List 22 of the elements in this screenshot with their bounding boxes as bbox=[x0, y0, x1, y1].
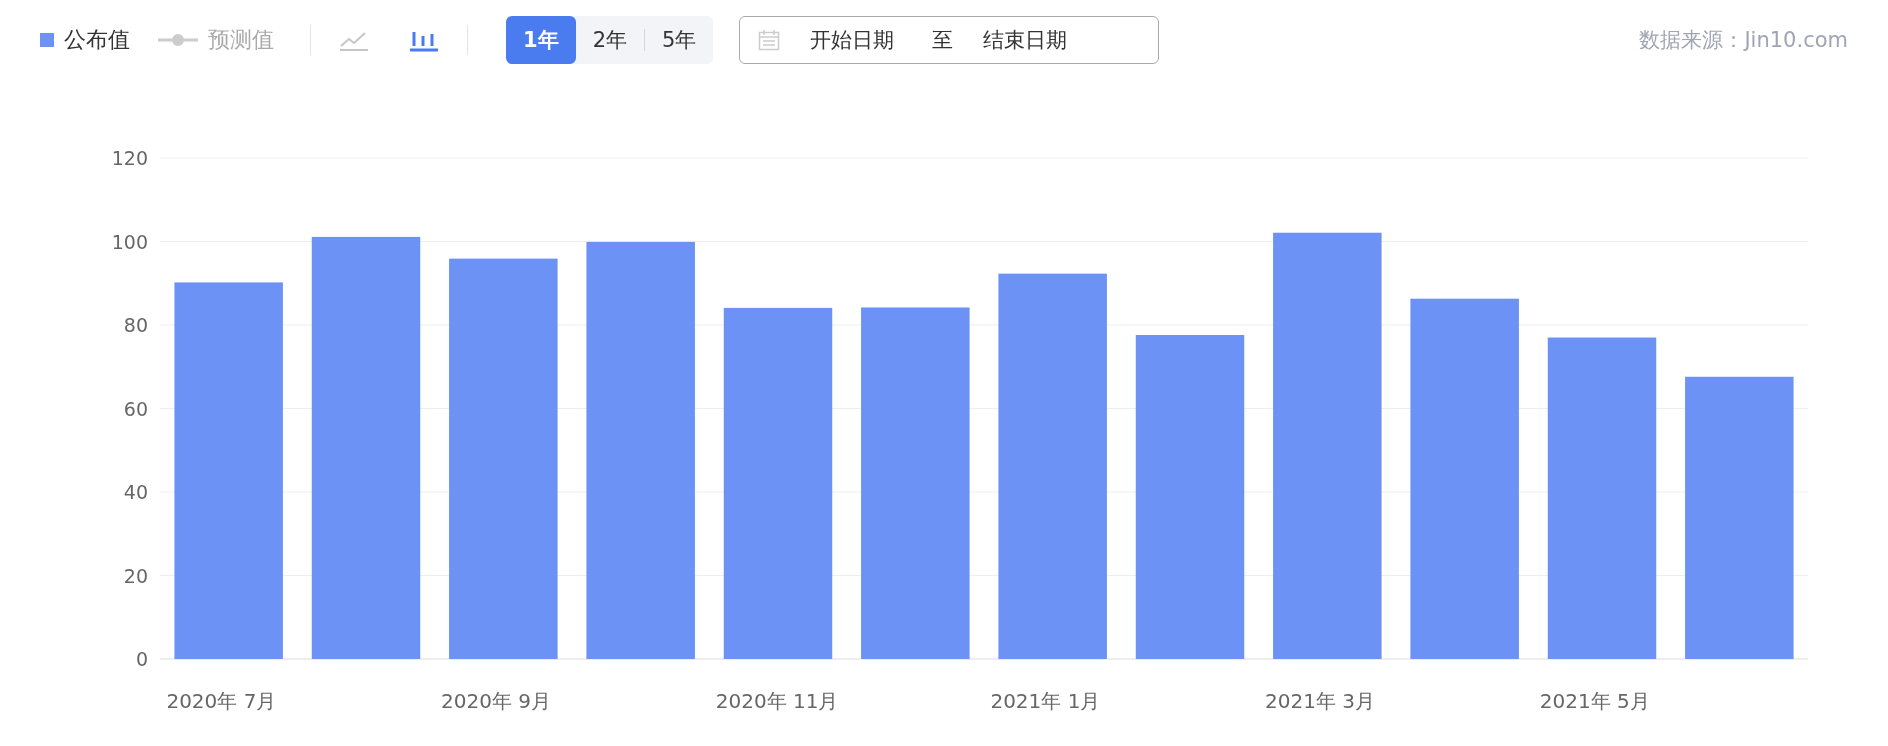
range-tab[interactable]: 5年 bbox=[645, 16, 714, 64]
range-tab[interactable]: 1年 bbox=[506, 16, 576, 64]
range-tab[interactable]: 2年 bbox=[575, 16, 644, 64]
end-date-field[interactable]: 结束日期 bbox=[981, 27, 1078, 53]
x-axis-label: 2021年 3月 bbox=[1265, 689, 1376, 713]
x-axis-label: 2020年 11月 bbox=[715, 689, 839, 713]
y-axis-label: 60 bbox=[123, 397, 148, 420]
calendar-icon[interactable] bbox=[758, 29, 781, 51]
source-text: 数据来源：Jin10.com bbox=[1639, 27, 1848, 54]
y-axis-label: 80 bbox=[123, 314, 148, 336]
y-axis-label: 100 bbox=[111, 230, 148, 253]
x-axis-label: 2021年 1月 bbox=[990, 689, 1101, 713]
start-date-field[interactable]: 开始日期 bbox=[808, 27, 905, 53]
x-axis-label: 2020年 9月 bbox=[441, 689, 552, 713]
y-axis-label: 20 bbox=[123, 564, 148, 587]
x-axis-label: 2021年 5月 bbox=[1539, 689, 1650, 713]
y-axis-label: 40 bbox=[123, 481, 148, 503]
legend-label[interactable]: 公布值 bbox=[64, 25, 130, 55]
y-axis-label: 120 bbox=[111, 147, 148, 169]
x-axis-label: 2020年 7月 bbox=[166, 689, 277, 713]
y-axis-label: 0 bbox=[135, 648, 148, 670]
date-separator: 至 bbox=[932, 27, 954, 54]
